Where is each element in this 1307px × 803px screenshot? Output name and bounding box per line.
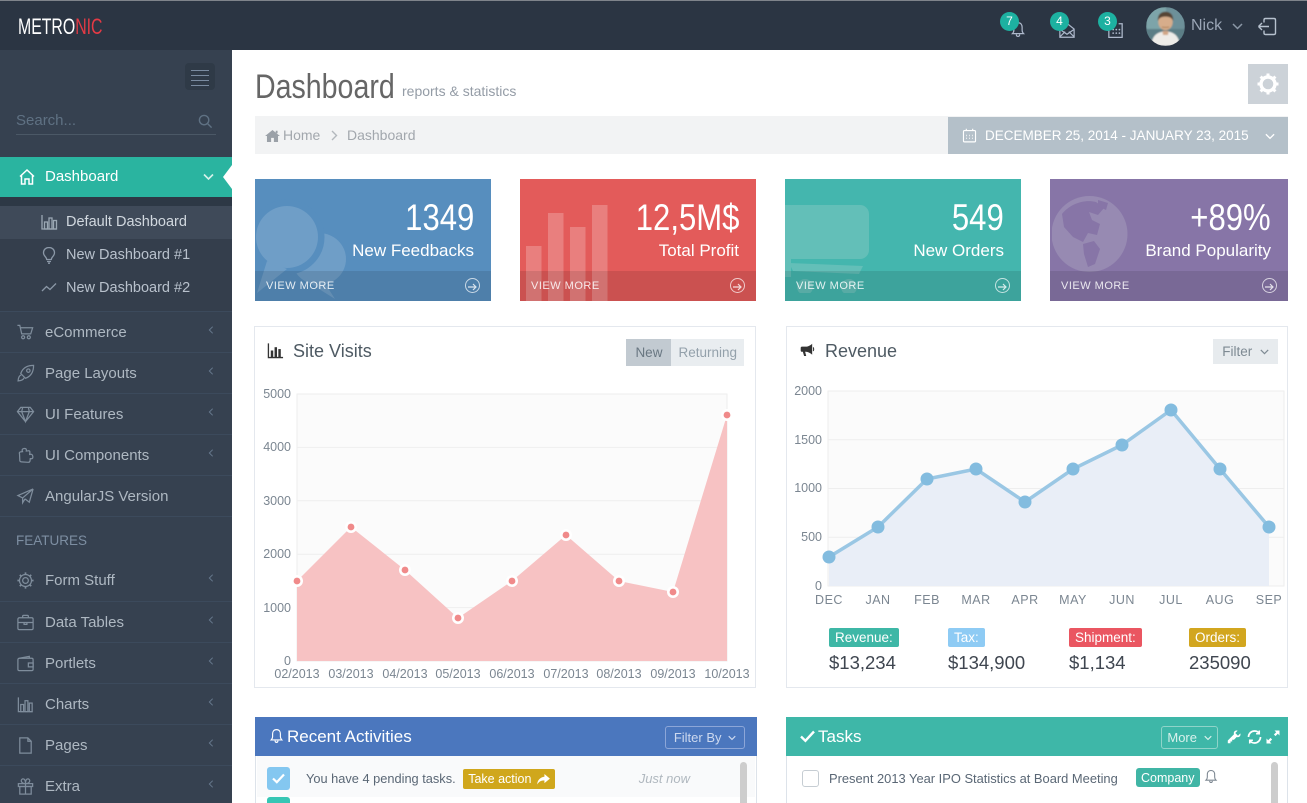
svg-text:09/2013: 09/2013: [650, 667, 695, 681]
svg-text:2000: 2000: [794, 384, 822, 398]
svg-text:4000: 4000: [263, 440, 291, 454]
svg-text:04/2013: 04/2013: [382, 667, 427, 681]
svg-text:3000: 3000: [263, 494, 291, 508]
svg-text:1500: 1500: [794, 433, 822, 447]
svg-text:2000: 2000: [263, 547, 291, 561]
svg-text:06/2013: 06/2013: [489, 667, 534, 681]
svg-text:03/2013: 03/2013: [328, 667, 373, 681]
svg-text:APR: APR: [1011, 593, 1038, 607]
svg-text:AUG: AUG: [1206, 593, 1235, 607]
svg-text:0: 0: [815, 579, 822, 593]
svg-text:1000: 1000: [794, 481, 822, 495]
svg-text:0: 0: [284, 654, 291, 668]
svg-text:07/2013: 07/2013: [543, 667, 588, 681]
svg-text:5000: 5000: [263, 387, 291, 401]
svg-text:JAN: JAN: [865, 593, 890, 607]
svg-text:DEC: DEC: [815, 593, 843, 607]
svg-text:05/2013: 05/2013: [435, 667, 480, 681]
svg-text:10/2013: 10/2013: [704, 667, 749, 681]
svg-text:FEB: FEB: [914, 593, 940, 607]
svg-text:MAR: MAR: [961, 593, 990, 607]
svg-text:1000: 1000: [263, 601, 291, 615]
svg-text:SEP: SEP: [1256, 593, 1283, 607]
svg-text:500: 500: [801, 530, 822, 544]
svg-text:JUN: JUN: [1109, 593, 1135, 607]
svg-text:08/2013: 08/2013: [596, 667, 641, 681]
svg-text:MAY: MAY: [1059, 593, 1087, 607]
svg-text:02/2013: 02/2013: [274, 667, 319, 681]
svg-text:JUL: JUL: [1159, 593, 1183, 607]
